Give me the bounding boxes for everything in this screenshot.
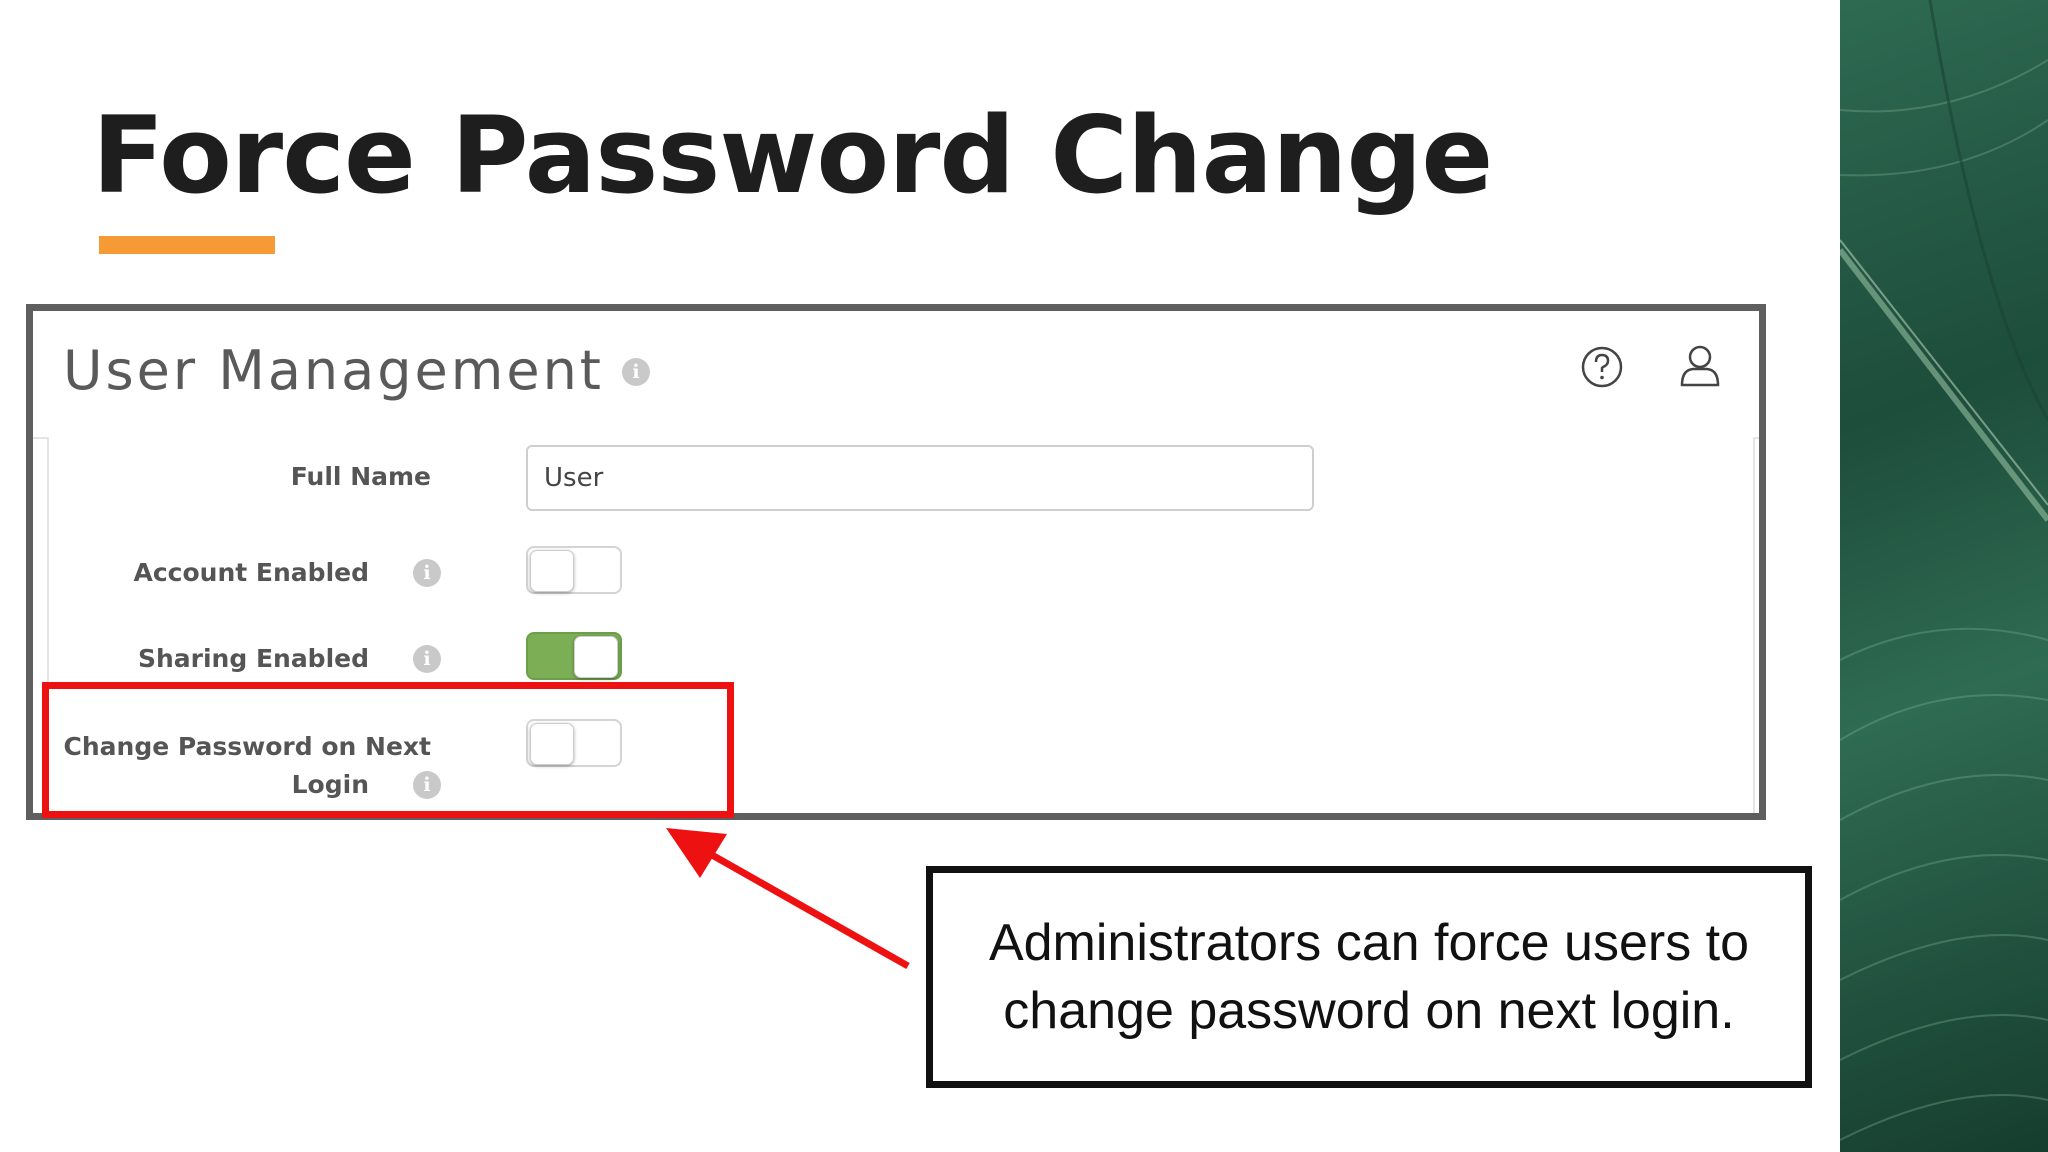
callout-box: Administrators can force users to change… [926, 866, 1812, 1088]
callout-line-2: change password on next login. [1003, 982, 1735, 1040]
callout-line-1: Administrators can force users to [988, 914, 1750, 972]
callout-text: Administrators can force users to change… [969, 909, 1769, 1045]
